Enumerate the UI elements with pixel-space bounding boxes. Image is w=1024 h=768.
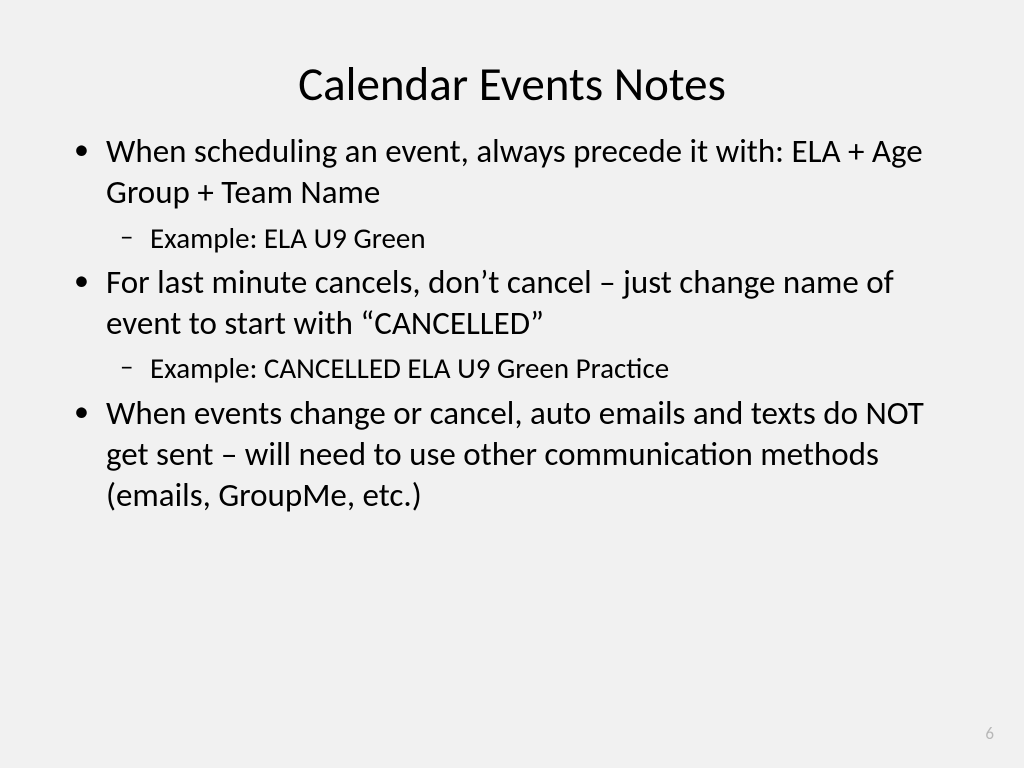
bullet-list: When scheduling an event, always precede… [70,131,954,516]
bullet-item: When scheduling an event, always precede… [106,131,954,256]
sub-bullet-text: Example: CANCELLED ELA U9 Green Practice [150,350,669,386]
bullet-text: When scheduling an event, always precede… [106,131,923,212]
sub-bullet-item: Example: CANCELLED ELA U9 Green Practice [150,350,954,386]
sub-bullet-item: Example: ELA U9 Green [150,220,954,256]
slide-container: Calendar Events Notes When scheduling an… [0,0,1024,768]
slide-title: Calendar Events Notes [70,55,954,113]
bullet-text: When events change or cancel, auto email… [106,393,924,516]
sub-bullet-list: Example: ELA U9 Green [106,220,954,256]
sub-bullet-list: Example: CANCELLED ELA U9 Green Practice [106,350,954,386]
bullet-item: For last minute cancels, don’t cancel – … [106,262,954,387]
page-number: 6 [985,723,994,744]
bullet-item: When events change or cancel, auto email… [106,393,954,517]
bullet-text: For last minute cancels, don’t cancel – … [106,262,894,343]
sub-bullet-text: Example: ELA U9 Green [150,220,426,256]
